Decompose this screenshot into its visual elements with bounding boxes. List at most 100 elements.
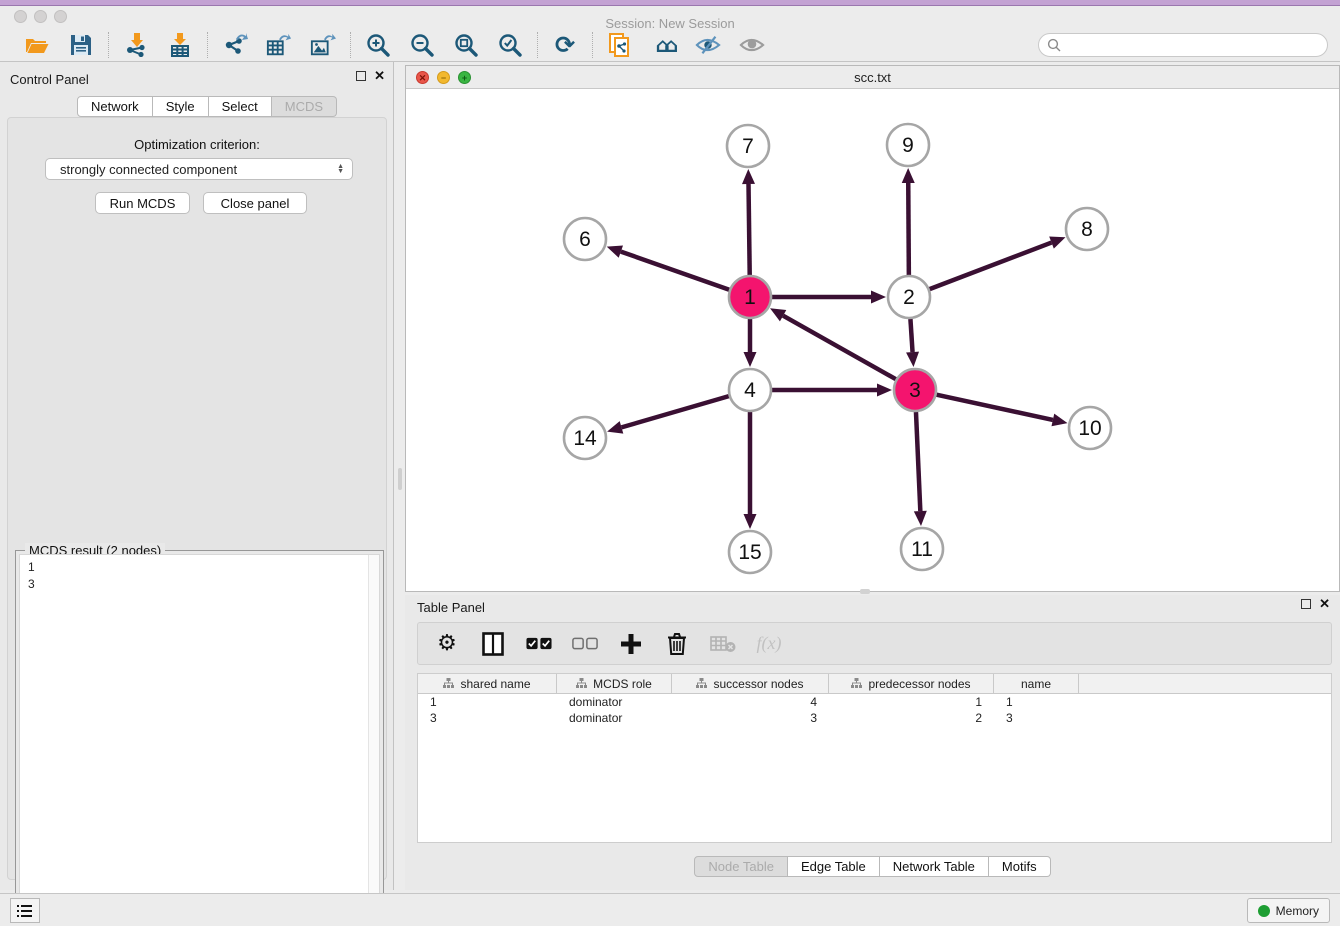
table-cell[interactable]: dominator bbox=[557, 694, 672, 710]
table-panel: Table Panel ✕ ⚙ f(x) shared nameMCDS rol… bbox=[405, 595, 1340, 890]
refresh-layout-icon[interactable]: ⟳ bbox=[552, 32, 578, 58]
table-row[interactable]: 3dominator323 bbox=[418, 710, 1331, 726]
memory-ok-indicator-icon bbox=[1258, 905, 1270, 917]
tab-motifs[interactable]: Motifs bbox=[989, 856, 1051, 877]
control-panel: Control Panel ✕ Network Style Select MCD… bbox=[0, 62, 394, 890]
add-column-icon[interactable] bbox=[618, 631, 644, 657]
hierarchy-icon bbox=[443, 678, 454, 689]
network-graph-canvas[interactable]: 1234678910111415 bbox=[406, 89, 1339, 591]
function-builder-icon: f(x) bbox=[756, 631, 782, 657]
edge-arrowhead bbox=[902, 168, 915, 183]
graph-node-label: 11 bbox=[911, 538, 933, 561]
delete-trash-icon[interactable] bbox=[664, 631, 690, 657]
hierarchy-icon bbox=[696, 678, 707, 689]
save-icon[interactable] bbox=[68, 32, 94, 58]
edge-arrowhead bbox=[744, 514, 757, 529]
column-header-label: name bbox=[1021, 677, 1051, 691]
close-table-panel-icon[interactable]: ✕ bbox=[1319, 599, 1330, 609]
tab-mcds[interactable]: MCDS bbox=[272, 96, 337, 117]
table-cell[interactable]: 1 bbox=[829, 694, 994, 710]
edge-arrowhead bbox=[742, 169, 755, 184]
vertical-splitter-handle[interactable] bbox=[860, 589, 870, 594]
table-row[interactable]: 1dominator411 bbox=[418, 694, 1331, 710]
network-window-titlebar[interactable]: ✕ − + scc.txt bbox=[406, 66, 1339, 89]
edge-3-10[interactable] bbox=[936, 395, 1052, 420]
column-header-MCDS-role[interactable]: MCDS role bbox=[557, 674, 672, 693]
mcds-result-textarea[interactable]: 1 3 bbox=[19, 554, 380, 922]
export-image-icon[interactable] bbox=[310, 32, 336, 58]
edge-arrowhead bbox=[914, 511, 927, 526]
horizontal-splitter-handle[interactable] bbox=[398, 468, 402, 490]
optimization-criterion-label: Optimization criterion: bbox=[8, 137, 386, 152]
import-table-icon[interactable] bbox=[167, 32, 193, 58]
edge-2-3[interactable] bbox=[910, 319, 912, 352]
graph-node-label: 8 bbox=[1081, 218, 1093, 241]
hide-eye-icon[interactable] bbox=[695, 32, 721, 58]
table-cell[interactable]: 3 bbox=[418, 710, 557, 726]
import-network-icon[interactable] bbox=[123, 32, 149, 58]
show-eye-icon[interactable] bbox=[739, 32, 765, 58]
graph-node-label: 14 bbox=[573, 427, 597, 450]
run-mcds-button[interactable]: Run MCDS bbox=[95, 192, 190, 214]
graph-node-label: 6 bbox=[579, 228, 591, 251]
column-header-predecessor-nodes[interactable]: predecessor nodes bbox=[829, 674, 994, 693]
table-cell[interactable]: 1 bbox=[418, 694, 557, 710]
gear-icon[interactable]: ⚙ bbox=[434, 631, 460, 657]
edge-3-1[interactable] bbox=[783, 316, 896, 380]
search-input[interactable] bbox=[1067, 38, 1319, 52]
column-header-successor-nodes[interactable]: successor nodes bbox=[672, 674, 829, 693]
float-panel-icon[interactable] bbox=[356, 71, 366, 81]
mcds-tab-content: Optimization criterion: strongly connect… bbox=[7, 117, 387, 880]
zoom-selected-icon[interactable] bbox=[497, 32, 523, 58]
table-cell[interactable]: dominator bbox=[557, 710, 672, 726]
node-table[interactable]: shared nameMCDS role successor nodes prede… bbox=[417, 673, 1332, 843]
zoom-fit-icon[interactable] bbox=[453, 32, 479, 58]
tab-network-table[interactable]: Network Table bbox=[880, 856, 989, 877]
open-folder-icon[interactable] bbox=[24, 32, 50, 58]
copy-network-icon[interactable] bbox=[607, 32, 633, 58]
table-cell[interactable]: 1 bbox=[994, 694, 1079, 710]
close-panel-icon[interactable]: ✕ bbox=[374, 71, 385, 81]
optimization-criterion-dropdown[interactable]: strongly connected component ▲▼ bbox=[45, 158, 353, 180]
edge-4-14[interactable] bbox=[621, 396, 728, 427]
edge-3-11[interactable] bbox=[916, 412, 920, 511]
edge-1-6[interactable] bbox=[621, 252, 729, 290]
export-table-icon[interactable] bbox=[266, 32, 292, 58]
hierarchy-icon bbox=[576, 678, 587, 689]
edge-2-9[interactable] bbox=[908, 183, 909, 275]
result-scrollbar[interactable] bbox=[368, 555, 379, 921]
dropdown-value: strongly connected component bbox=[60, 162, 237, 177]
networks-home-icon[interactable]: ⌂⌂ bbox=[651, 32, 677, 58]
column-header-name[interactable]: name bbox=[994, 674, 1079, 693]
select-all-checkboxes-icon[interactable] bbox=[526, 631, 552, 657]
tab-style[interactable]: Style bbox=[153, 96, 209, 117]
search-field[interactable] bbox=[1038, 33, 1328, 57]
float-table-panel-icon[interactable] bbox=[1301, 599, 1311, 609]
split-columns-icon[interactable] bbox=[480, 631, 506, 657]
tab-edge-table[interactable]: Edge Table bbox=[788, 856, 880, 877]
column-header-label: successor nodes bbox=[713, 677, 803, 691]
tab-network[interactable]: Network bbox=[77, 96, 153, 117]
edge-arrowhead bbox=[877, 384, 892, 397]
tab-node-table[interactable]: Node Table bbox=[694, 856, 788, 877]
network-view-window: ✕ − + scc.txt 1234678910111415 bbox=[405, 65, 1340, 592]
mcds-result-group: MCDS result (2 nodes) 1 3 bbox=[15, 550, 384, 926]
memory-status-button[interactable]: Memory bbox=[1247, 898, 1330, 923]
table-cell[interactable]: 3 bbox=[672, 710, 829, 726]
edge-2-8[interactable] bbox=[930, 243, 1052, 290]
close-panel-button[interactable]: Close panel bbox=[203, 192, 307, 214]
main-titlebar: Session: New Session bbox=[0, 6, 1340, 28]
status-bar: Memory bbox=[0, 893, 1340, 926]
deselect-checkboxes-icon[interactable] bbox=[572, 631, 598, 657]
table-cell[interactable]: 2 bbox=[829, 710, 994, 726]
zoom-in-icon[interactable] bbox=[365, 32, 391, 58]
tab-select[interactable]: Select bbox=[209, 96, 272, 117]
export-network-icon[interactable] bbox=[222, 32, 248, 58]
edge-1-7[interactable] bbox=[749, 184, 750, 275]
table-cell[interactable]: 4 bbox=[672, 694, 829, 710]
control-panel-tabbar: Network Style Select MCDS bbox=[77, 96, 337, 117]
table-cell[interactable]: 3 bbox=[994, 710, 1079, 726]
column-header-shared-name[interactable]: shared name bbox=[418, 674, 557, 693]
zoom-out-icon[interactable] bbox=[409, 32, 435, 58]
task-history-button[interactable] bbox=[10, 898, 40, 923]
